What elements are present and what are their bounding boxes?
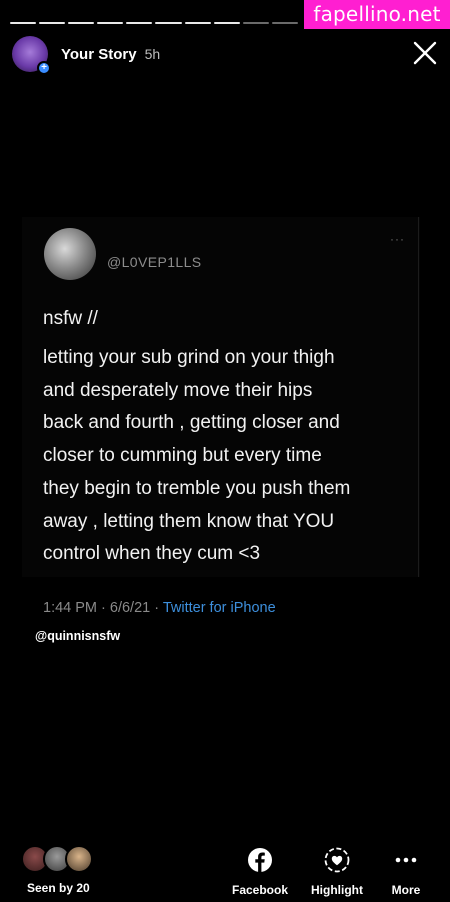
facebook-label: Facebook bbox=[231, 883, 288, 897]
story-progress-bar bbox=[10, 22, 298, 24]
tweet-line: closer to cumming but every time bbox=[43, 445, 322, 467]
tweet-card-divider bbox=[418, 217, 419, 577]
tweet-body: letting your sub grind on your thigh and… bbox=[43, 342, 413, 571]
progress-segment bbox=[155, 22, 182, 24]
tweet-line: back and fourth , getting closer and bbox=[43, 412, 340, 434]
story-footer: Seen by 20 Facebook Highlight More bbox=[0, 840, 450, 902]
progress-segment bbox=[10, 22, 37, 24]
seen-by-label[interactable]: Seen by 20 bbox=[27, 881, 90, 895]
tweet-line: away , letting them know that YOU bbox=[43, 510, 335, 532]
tweet-meta: 1:44 PM · 6/6/21 · Twitter for iPhone bbox=[43, 600, 276, 616]
facebook-button[interactable]: Facebook bbox=[230, 846, 290, 897]
progress-segment bbox=[271, 22, 298, 24]
more-button[interactable]: More bbox=[384, 846, 428, 897]
progress-segment bbox=[39, 22, 66, 24]
more-label: More bbox=[391, 883, 421, 897]
tweet-timestamp: 1:44 PM · 6/6/21 · bbox=[43, 600, 163, 616]
story-title[interactable]: Your Story bbox=[61, 46, 137, 63]
progress-segment bbox=[213, 22, 240, 24]
more-dots-icon bbox=[392, 846, 420, 874]
progress-segment bbox=[126, 22, 153, 24]
close-icon[interactable] bbox=[412, 40, 438, 66]
tweet-line: letting your sub grind on your thigh bbox=[43, 347, 335, 368]
tweet-line: control when they cum <3 bbox=[43, 543, 261, 565]
story-header: + Your Story 5h bbox=[12, 36, 161, 75]
highlight-label: Highlight bbox=[311, 883, 363, 897]
tweet-title: nsfw // bbox=[43, 308, 98, 329]
highlight-heart-icon bbox=[323, 846, 351, 874]
progress-segment bbox=[97, 22, 124, 24]
tweet-handle: @L0VEP1LLS bbox=[107, 254, 202, 270]
progress-segment bbox=[242, 22, 269, 24]
highlight-button[interactable]: Highlight bbox=[307, 846, 367, 897]
tweet-source: Twitter for iPhone bbox=[162, 600, 276, 616]
site-watermark: fapellino.net bbox=[304, 0, 450, 29]
tweet-line: and desperately move their hips bbox=[43, 379, 313, 401]
tweet-line: they begin to tremble you push them bbox=[43, 477, 351, 499]
add-story-icon[interactable]: + bbox=[37, 61, 51, 75]
mention-sticker[interactable]: @quinnisnsfw bbox=[35, 629, 120, 643]
avatar bbox=[65, 845, 93, 873]
facebook-icon bbox=[246, 846, 274, 874]
progress-segment bbox=[184, 22, 211, 24]
story-timestamp: 5h bbox=[144, 46, 161, 62]
progress-segment bbox=[68, 22, 95, 24]
avatar[interactable]: + bbox=[12, 36, 51, 75]
viewer-avatars[interactable] bbox=[21, 845, 93, 873]
tweet-more-icon: ··· bbox=[390, 232, 405, 246]
tweet-avatar bbox=[44, 228, 96, 280]
